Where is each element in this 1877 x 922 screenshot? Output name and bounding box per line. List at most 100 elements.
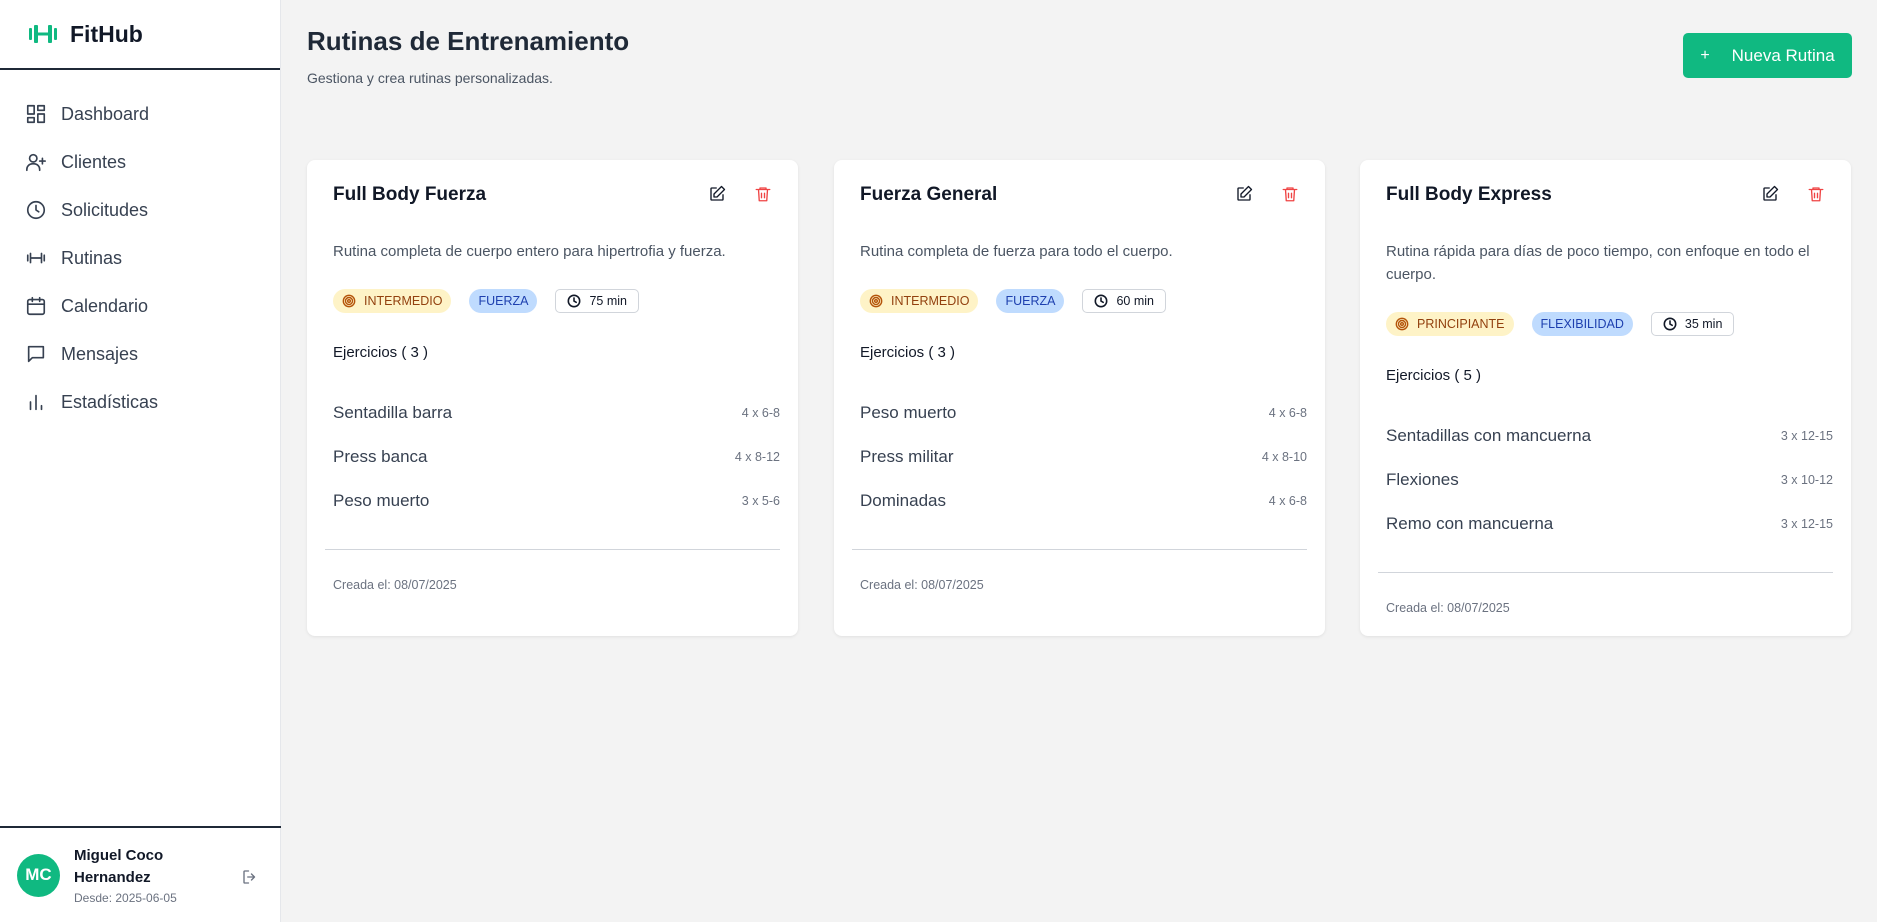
created-date: Creada el: 08/07/2025 <box>333 578 457 592</box>
delete-button[interactable] <box>1807 185 1827 205</box>
exercise-name: Flexiones <box>1386 470 1459 489</box>
new-routine-label: Nueva Rutina <box>1731 45 1835 65</box>
list-item: Peso muerto 3 x 5-6 <box>333 479 780 523</box>
type-badge: FLEXIBILIDAD <box>1531 312 1633 336</box>
list-item: Peso muerto 4 x 6-8 <box>860 391 1307 435</box>
clock-icon <box>568 294 581 308</box>
list-item: Press banca 4 x 8-12 <box>333 435 780 479</box>
calendar-icon <box>26 296 46 316</box>
exercise-count: Ejercicios ( 3 ) <box>333 344 429 361</box>
duration-badge: 35 min <box>1650 312 1735 336</box>
level-badge: PRINCIPIANTE <box>1386 312 1514 336</box>
sidebar-item-label: Solicitudes <box>61 199 149 220</box>
clock-icon <box>26 200 46 220</box>
exercise-sets: 4 x 6-8 <box>1268 494 1307 508</box>
duration-badge: 60 min <box>1082 289 1167 313</box>
sidebar-item-mensajes[interactable]: Mensajes <box>0 330 280 378</box>
type-badge: FUERZA <box>469 289 538 313</box>
page-subtitle: Gestiona y crea rutinas personalizadas. <box>307 70 553 86</box>
trash-icon <box>755 187 771 202</box>
exercise-list: Peso muerto 4 x 6-8 Press militar 4 x 8-… <box>860 391 1307 523</box>
list-item: Remo con mancuerna 3 x 12-15 <box>1386 502 1833 546</box>
user-since: Desde: 2025-06-05 <box>74 891 177 905</box>
exercise-sets: 3 x 12-15 <box>1780 429 1833 443</box>
exercise-list: Sentadilla barra 4 x 6-8 Press banca 4 x… <box>333 391 780 523</box>
delete-button[interactable] <box>754 185 774 205</box>
exercise-sets: 3 x 10-12 <box>1780 473 1833 487</box>
exercise-name: Sentadillas con mancuerna <box>1386 426 1592 445</box>
list-item: Sentadilla barra 4 x 6-8 <box>333 391 780 435</box>
duration-badge: 75 min <box>555 289 640 313</box>
sidebar-item-label: Mensajes <box>61 343 139 364</box>
routine-tags: PRINCIPIANTE FLEXIBILIDAD 35 min <box>1386 312 1752 336</box>
sidebar: FitHub Dashboard Clientes Solicitudes Ru… <box>0 0 281 922</box>
sidebar-item-label: Calendario <box>61 295 149 316</box>
exercise-sets: 4 x 8-12 <box>734 450 780 464</box>
avatar[interactable]: MC <box>17 853 60 897</box>
routine-title: Fuerza General <box>860 184 998 205</box>
edit-button[interactable] <box>708 185 728 205</box>
type-badge: FUERZA <box>996 289 1065 313</box>
target-icon <box>342 294 356 308</box>
logout-button[interactable] <box>241 868 259 886</box>
routine-card: Full Body Fuerza Rutina completa de cuer… <box>307 160 798 636</box>
exercise-list: Sentadillas con mancuerna 3 x 12-15 Flex… <box>1386 414 1833 546</box>
page-title: Rutinas de Entrenamiento <box>307 26 630 56</box>
sidebar-item-label: Dashboard <box>61 103 150 124</box>
routine-tags: INTERMEDIO FUERZA 75 min <box>333 289 657 313</box>
sidebar-item-label: Rutinas <box>61 247 123 268</box>
routine-card: Fuerza General Rutina completa de fuerza… <box>834 160 1325 636</box>
exercise-sets: 4 x 6-8 <box>1268 406 1307 420</box>
routine-title: Full Body Fuerza <box>333 184 487 205</box>
level-label: INTERMEDIO <box>364 294 443 308</box>
message-icon <box>27 345 45 363</box>
logout-icon <box>243 870 256 884</box>
sidebar-item-estadisticas[interactable]: Estadísticas <box>0 378 280 426</box>
trash-icon <box>1808 187 1824 202</box>
duration-label: 35 min <box>1684 317 1723 331</box>
exercise-count: Ejercicios ( 3 ) <box>860 344 956 361</box>
routine-card: Full Body Express Rutina rápida para día… <box>1360 160 1851 636</box>
user-info: Miguel Coco Hernandez Desde: 2025-06-05 <box>74 845 224 905</box>
plus-icon: + <box>1700 46 1710 64</box>
duration-label: 75 min <box>589 294 628 308</box>
exercise-name: Press militar <box>860 447 954 466</box>
routine-tags: INTERMEDIO FUERZA 60 min <box>860 289 1184 313</box>
edit-button[interactable] <box>1761 185 1781 205</box>
new-routine-button[interactable]: + Nueva Rutina <box>1683 33 1852 78</box>
routine-title: Full Body Express <box>1386 184 1552 205</box>
divider <box>852 549 1307 550</box>
dumbbell-icon <box>26 252 46 264</box>
edit-icon <box>1763 185 1779 201</box>
sidebar-item-calendario[interactable]: Calendario <box>0 282 280 330</box>
exercise-name: Peso muerto <box>860 403 957 422</box>
sidebar-item-dashboard[interactable]: Dashboard <box>0 90 280 138</box>
divider <box>325 549 780 550</box>
routine-description: Rutina rápida para días de poco tiempo, … <box>1386 243 1810 283</box>
edit-button[interactable] <box>1235 185 1255 205</box>
level-badge: INTERMEDIO <box>860 289 979 313</box>
clock-icon <box>1095 294 1108 308</box>
bar-chart-icon <box>29 394 43 411</box>
sidebar-item-clientes[interactable]: Clientes <box>0 138 280 186</box>
exercise-sets: 4 x 8-10 <box>1261 450 1307 464</box>
sidebar-item-label: Estadísticas <box>61 391 159 412</box>
created-date: Creada el: 08/07/2025 <box>860 578 984 592</box>
target-icon <box>1395 317 1409 331</box>
sidebar-item-rutinas[interactable]: Rutinas <box>0 234 280 282</box>
routine-description: Rutina completa de fuerza para todo el c… <box>860 243 1173 260</box>
trash-icon <box>1282 187 1298 202</box>
delete-button[interactable] <box>1281 185 1301 205</box>
exercise-count: Ejercicios ( 5 ) <box>1386 367 1482 384</box>
sidebar-item-solicitudes[interactable]: Solicitudes <box>0 186 280 234</box>
app-name: FitHub <box>70 20 143 47</box>
level-badge: INTERMEDIO <box>333 289 452 313</box>
divider <box>1378 572 1833 573</box>
brand[interactable]: FitHub <box>0 0 280 70</box>
clock-icon <box>1663 317 1677 331</box>
created-date: Creada el: 08/07/2025 <box>1386 601 1510 615</box>
edit-icon <box>1237 185 1253 201</box>
list-item: Press militar 4 x 8-10 <box>860 435 1307 479</box>
exercise-name: Peso muerto <box>333 491 430 510</box>
dumbbell-logo-icon <box>29 25 57 43</box>
